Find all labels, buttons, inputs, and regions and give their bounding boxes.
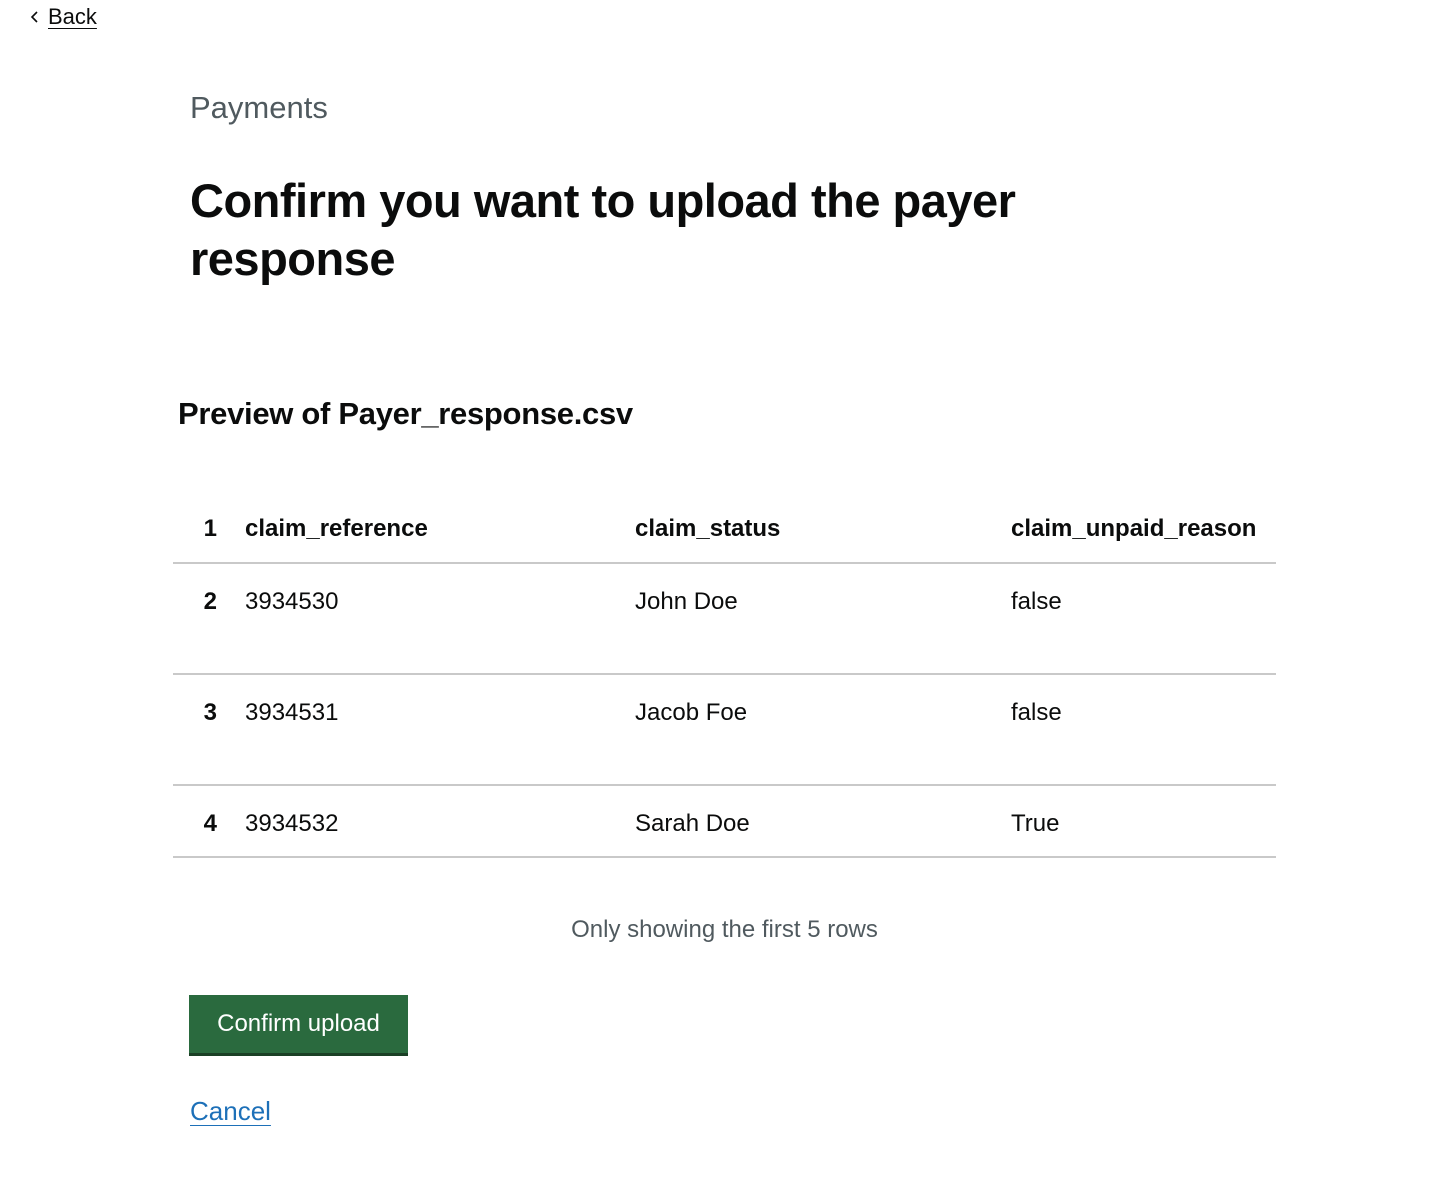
claim-reference-cell: 3934532 bbox=[245, 785, 635, 858]
header-claim-unpaid-reason: claim_unpaid_reason bbox=[1011, 495, 1276, 564]
back-link[interactable]: Back bbox=[28, 4, 97, 30]
row-number: 2 bbox=[173, 563, 245, 675]
page-title: Confirm you want to upload the payer res… bbox=[190, 174, 1016, 285]
preview-table: 1 claim_reference claim_status claim_unp… bbox=[173, 495, 1276, 858]
cancel-link[interactable]: Cancel bbox=[190, 1096, 271, 1127]
claim-unpaid-reason-cell: True bbox=[1011, 785, 1276, 858]
table-row: 3 3934531 Jacob Foe false bbox=[173, 674, 1276, 786]
confirm-upload-button[interactable]: Confirm upload bbox=[189, 995, 408, 1053]
row-number: 3 bbox=[173, 674, 245, 786]
table-row: 4 3934532 Sarah Doe True bbox=[173, 785, 1276, 858]
claim-unpaid-reason-cell: false bbox=[1011, 674, 1276, 786]
preview-heading: Preview of Payer_response.csv bbox=[178, 396, 633, 431]
claim-status-cell: Sarah Doe bbox=[635, 785, 1011, 858]
claim-unpaid-reason-cell: false bbox=[1011, 563, 1276, 675]
table-row: 2 3934530 John Doe false bbox=[173, 563, 1276, 675]
claim-reference-cell: 3934530 bbox=[245, 563, 635, 675]
claim-status-cell: Jacob Foe bbox=[635, 674, 1011, 786]
table-header-row: 1 claim_reference claim_status claim_unp… bbox=[173, 495, 1276, 564]
claim-reference-cell: 3934531 bbox=[245, 674, 635, 786]
header-row-number: 1 bbox=[173, 495, 245, 564]
back-link-label: Back bbox=[48, 4, 97, 29]
row-number: 4 bbox=[173, 785, 245, 858]
claim-status-cell: John Doe bbox=[635, 563, 1011, 675]
header-claim-status: claim_status bbox=[635, 495, 1011, 564]
chevron-left-icon bbox=[28, 6, 40, 28]
rows-limit-note: Only showing the first 5 rows bbox=[571, 916, 878, 943]
page-caption: Payments bbox=[190, 90, 328, 125]
header-claim-reference: claim_reference bbox=[245, 495, 635, 564]
